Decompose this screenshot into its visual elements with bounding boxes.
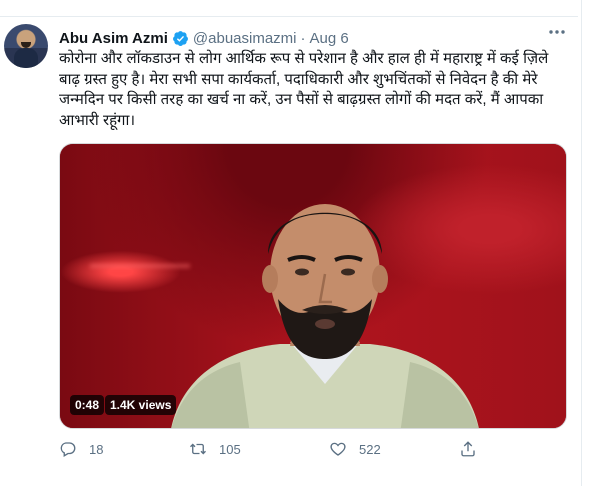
- video-views: 1.4K views: [105, 395, 177, 415]
- author-name[interactable]: Abu Asim Azmi: [59, 30, 168, 47]
- share-button[interactable]: [459, 440, 477, 458]
- tweet-header: Abu Asim Azmi @abuasimazmi · Aug 6: [59, 28, 349, 48]
- right-divider: [581, 0, 592, 486]
- page: Abu Asim Azmi @abuasimazmi · Aug 6 कोरोन…: [0, 0, 592, 486]
- tweet-text: कोरोना और लॉकडाउन से लोग आर्थिक रूप से प…: [59, 50, 549, 129]
- more-options-icon[interactable]: [545, 26, 569, 44]
- share-icon: [461, 441, 475, 457]
- separator: ·: [300, 29, 306, 47]
- retweet-icon: [190, 443, 206, 455]
- like-count: 522: [359, 441, 381, 457]
- reply-count: 18: [89, 441, 104, 457]
- tweet-date[interactable]: Aug 6: [310, 30, 349, 47]
- heart-icon: [330, 442, 346, 456]
- tweet-video[interactable]: [59, 143, 567, 429]
- reply-icon: [60, 442, 76, 457]
- like-button[interactable]: 522: [329, 440, 381, 458]
- avatar-body: [14, 48, 38, 68]
- video-duration: 0:48: [70, 395, 105, 415]
- video-person: [171, 204, 479, 428]
- author-handle[interactable]: @abuasimazmi: [193, 30, 297, 47]
- tweet-actions: 18 105 522: [59, 440, 565, 460]
- retweet-button[interactable]: 105: [189, 440, 241, 458]
- author-avatar[interactable]: [4, 24, 48, 68]
- retweet-count: 105: [219, 441, 241, 457]
- avatar-beard: [21, 42, 31, 48]
- verified-badge-icon: [172, 30, 188, 46]
- reply-button[interactable]: 18: [59, 440, 103, 458]
